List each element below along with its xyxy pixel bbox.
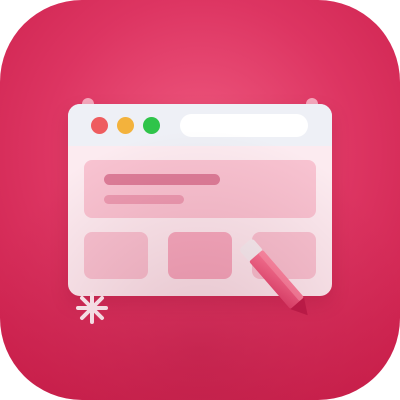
red-window-dot: [91, 117, 108, 134]
content-tile-middle: [168, 232, 232, 279]
pencil-icon: [240, 239, 308, 316]
content-card-placeholder: [84, 160, 316, 218]
address-bar-placeholder: [180, 114, 308, 137]
yellow-window-dot: [117, 117, 134, 134]
sparkle-icon: [76, 292, 108, 324]
icon-canvas: [0, 0, 400, 400]
pencil-body: [249, 250, 304, 309]
browser-titlebar: [68, 104, 332, 146]
web-editor-app-icon[interactable]: [0, 0, 400, 400]
headline-placeholder: [104, 174, 220, 185]
content-tile-left: [84, 232, 148, 279]
green-window-dot: [143, 117, 160, 134]
subheadline-placeholder: [104, 195, 184, 204]
